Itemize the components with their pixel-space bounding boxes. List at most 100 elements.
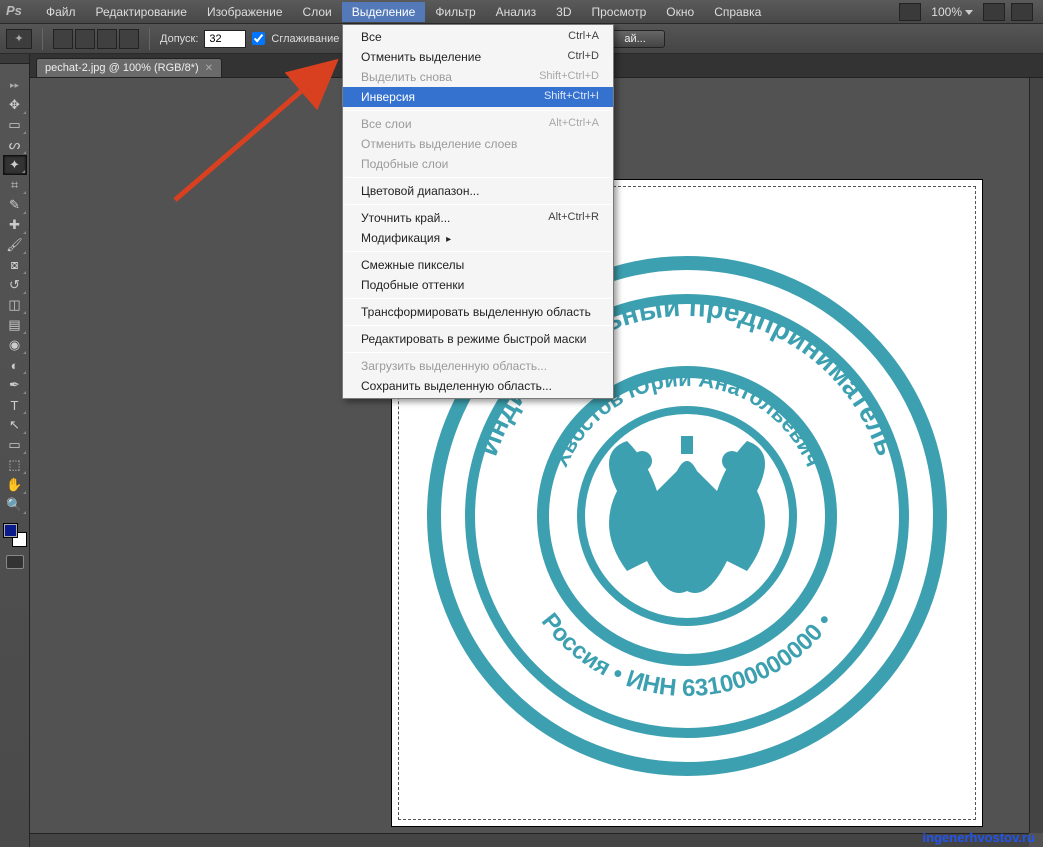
menuitem-отменить-выделение[interactable]: Отменить выделениеCtrl+D (343, 47, 613, 67)
menuitem-загрузить-выделенную-область-: Загрузить выделенную область... (343, 356, 613, 376)
menuitem-выделить-снова: Выделить снова Shift+Ctrl+D (343, 67, 613, 87)
menuitem-shortcut: Shift+Ctrl+I (544, 90, 599, 104)
menuitem-label: Загрузить выделенную область... (361, 359, 547, 373)
menu-файл[interactable]: Файл (36, 2, 86, 22)
view-extras-icon[interactable] (983, 3, 1005, 21)
color-swatches[interactable] (3, 523, 27, 547)
menuitem-label: Редактировать в режиме быстрой маски (361, 332, 586, 346)
scrollbar-vertical[interactable] (1029, 78, 1043, 833)
tool-hand[interactable]: ✋ (3, 475, 27, 495)
menuitem-label: Отменить выделение слоев (361, 137, 517, 151)
menuitem-смежные-пикселы[interactable]: Смежные пикселы (343, 255, 613, 275)
menu-редактирование[interactable]: Редактирование (86, 2, 197, 22)
selection-mode-group (53, 29, 139, 49)
tool-history[interactable]: ↺ (3, 275, 27, 295)
tool-gradient[interactable]: ▤ (3, 315, 27, 335)
menu-просмотр[interactable]: Просмотр (581, 2, 656, 22)
menuitem-shortcut: Alt+Ctrl+A (549, 117, 599, 131)
tool-blur[interactable]: ◉ (3, 335, 27, 355)
tool-eraser[interactable]: ◫ (3, 295, 27, 315)
tool-path[interactable]: ↖ (3, 415, 27, 435)
menuitem-label: Смежные пикселы (361, 258, 464, 272)
toolbox: ▸▸ ✥▭ᔕ✦⌗✎✚🖌⧇↺◫▤◉◐✒T↖▭⬚✋🔍 (0, 54, 30, 847)
menuitem-отменить-выделение-слоев: Отменить выделение слоев (343, 134, 613, 154)
menu-слои[interactable]: Слои (293, 2, 342, 22)
menuitem-редактировать-в-режиме-быстрой-маски[interactable]: Редактировать в режиме быстрой маски (343, 329, 613, 349)
menuitem-label: Все слои (361, 117, 412, 131)
tool-move[interactable]: ✥ (3, 95, 27, 115)
menuitem-label: Сохранить выделенную область... (361, 379, 552, 393)
tool-lasso[interactable]: ᔕ (3, 135, 27, 155)
menu-окно[interactable]: Окно (656, 2, 704, 22)
menuitem-модификация[interactable]: Модификация (343, 228, 613, 248)
toolbox-handle[interactable] (0, 54, 29, 64)
selection-menu-dropdown: ВсеCtrl+AОтменить выделениеCtrl+DВыделит… (342, 24, 614, 399)
workspace-switcher-icon[interactable] (899, 3, 921, 21)
close-icon[interactable]: ✕ (205, 63, 213, 74)
menuitem-shortcut: Shift+Ctrl+D (539, 70, 599, 84)
fg-color-swatch[interactable] (3, 523, 18, 538)
menu-separator (345, 325, 611, 326)
tool-wand[interactable]: ✦ (3, 155, 27, 175)
tool-crop[interactable]: ⌗ (3, 175, 27, 195)
menu-separator (345, 251, 611, 252)
tolerance-label: Допуск: (160, 33, 198, 45)
menu-separator (345, 204, 611, 205)
menuitem-label: Выделить снова (361, 70, 452, 84)
menuitem-label: Подобные оттенки (361, 278, 464, 292)
tool-stamp[interactable]: ⧇ (3, 255, 27, 275)
zoom-level[interactable]: 100% (927, 5, 977, 19)
menu-3d[interactable]: 3D (546, 2, 581, 22)
app-logo-icon: Ps (6, 3, 28, 21)
menu-изображение[interactable]: Изображение (197, 2, 293, 22)
menu-separator (345, 177, 611, 178)
menuitem-label: Модификация (361, 231, 451, 245)
document-tab[interactable]: pechat-2.jpg @ 100% (RGB/8*) ✕ (36, 58, 222, 77)
tool-eyedropper[interactable]: ✎ (3, 195, 27, 215)
tool-shape[interactable]: ▭ (3, 435, 27, 455)
selection-subtract-icon[interactable] (97, 29, 117, 49)
menuitem-все[interactable]: ВсеCtrl+A (343, 27, 613, 47)
menuitem-сохранить-выделенную-область-[interactable]: Сохранить выделенную область... (343, 376, 613, 396)
menu-bar: Ps ФайлРедактированиеИзображениеСлоиВыде… (0, 0, 1043, 24)
scrollbar-horizontal[interactable] (30, 833, 1029, 847)
selection-add-icon[interactable] (75, 29, 95, 49)
menuitem-label: Трансформировать выделенную область (361, 305, 591, 319)
tool-zoom[interactable]: 🔍 (3, 495, 27, 515)
tool-3d[interactable]: ⬚ (3, 455, 27, 475)
antialias-label: Сглаживание (271, 33, 339, 45)
tool-dodge[interactable]: ◐ (3, 355, 27, 375)
menuitem-цветовой-диапазон-[interactable]: Цветовой диапазон... (343, 181, 613, 201)
tool-heal[interactable]: ✚ (3, 215, 27, 235)
selection-new-icon[interactable] (53, 29, 73, 49)
menuitem-все-слои: Все слои Alt+Ctrl+A (343, 114, 613, 134)
menu-фильтр[interactable]: Фильтр (425, 2, 485, 22)
menu-separator (345, 298, 611, 299)
current-tool-icon[interactable]: ✦ (6, 29, 32, 49)
menuitem-label: Цветовой диапазон... (361, 184, 479, 198)
menuitem-уточнить-край-[interactable]: Уточнить край...Alt+Ctrl+R (343, 208, 613, 228)
toolbox-collapse-icon[interactable]: ▸▸ (10, 80, 19, 91)
menu-separator (345, 352, 611, 353)
menuitem-трансформировать-выделенную-область[interactable]: Трансформировать выделенную область (343, 302, 613, 322)
refine-edge-button[interactable]: ай... (605, 30, 664, 48)
screen-mode-icon[interactable] (1011, 3, 1033, 21)
selection-intersect-icon[interactable] (119, 29, 139, 49)
menu-анализ[interactable]: Анализ (486, 2, 547, 22)
menuitem-инверсия[interactable]: ИнверсияShift+Ctrl+I (343, 87, 613, 107)
menu-справка[interactable]: Справка (704, 2, 771, 22)
quickmask-toggle-icon[interactable] (6, 555, 24, 569)
menuitem-подобные-оттенки[interactable]: Подобные оттенки (343, 275, 613, 295)
tool-type[interactable]: T (3, 395, 27, 415)
menuitem-shortcut: Ctrl+A (568, 30, 599, 44)
menuitem-label: Подобные слои (361, 157, 448, 171)
menubar-right-controls: 100% (899, 3, 1043, 21)
menuitem-подобные-слои: Подобные слои (343, 154, 613, 174)
tool-marquee[interactable]: ▭ (3, 115, 27, 135)
tool-brush[interactable]: 🖌 (3, 235, 27, 255)
antialias-checkbox[interactable] (252, 32, 265, 45)
menuitem-shortcut: Alt+Ctrl+R (548, 211, 599, 225)
tolerance-input[interactable] (204, 30, 246, 48)
tool-pen[interactable]: ✒ (3, 375, 27, 395)
menu-выделение[interactable]: Выделение (342, 2, 426, 22)
